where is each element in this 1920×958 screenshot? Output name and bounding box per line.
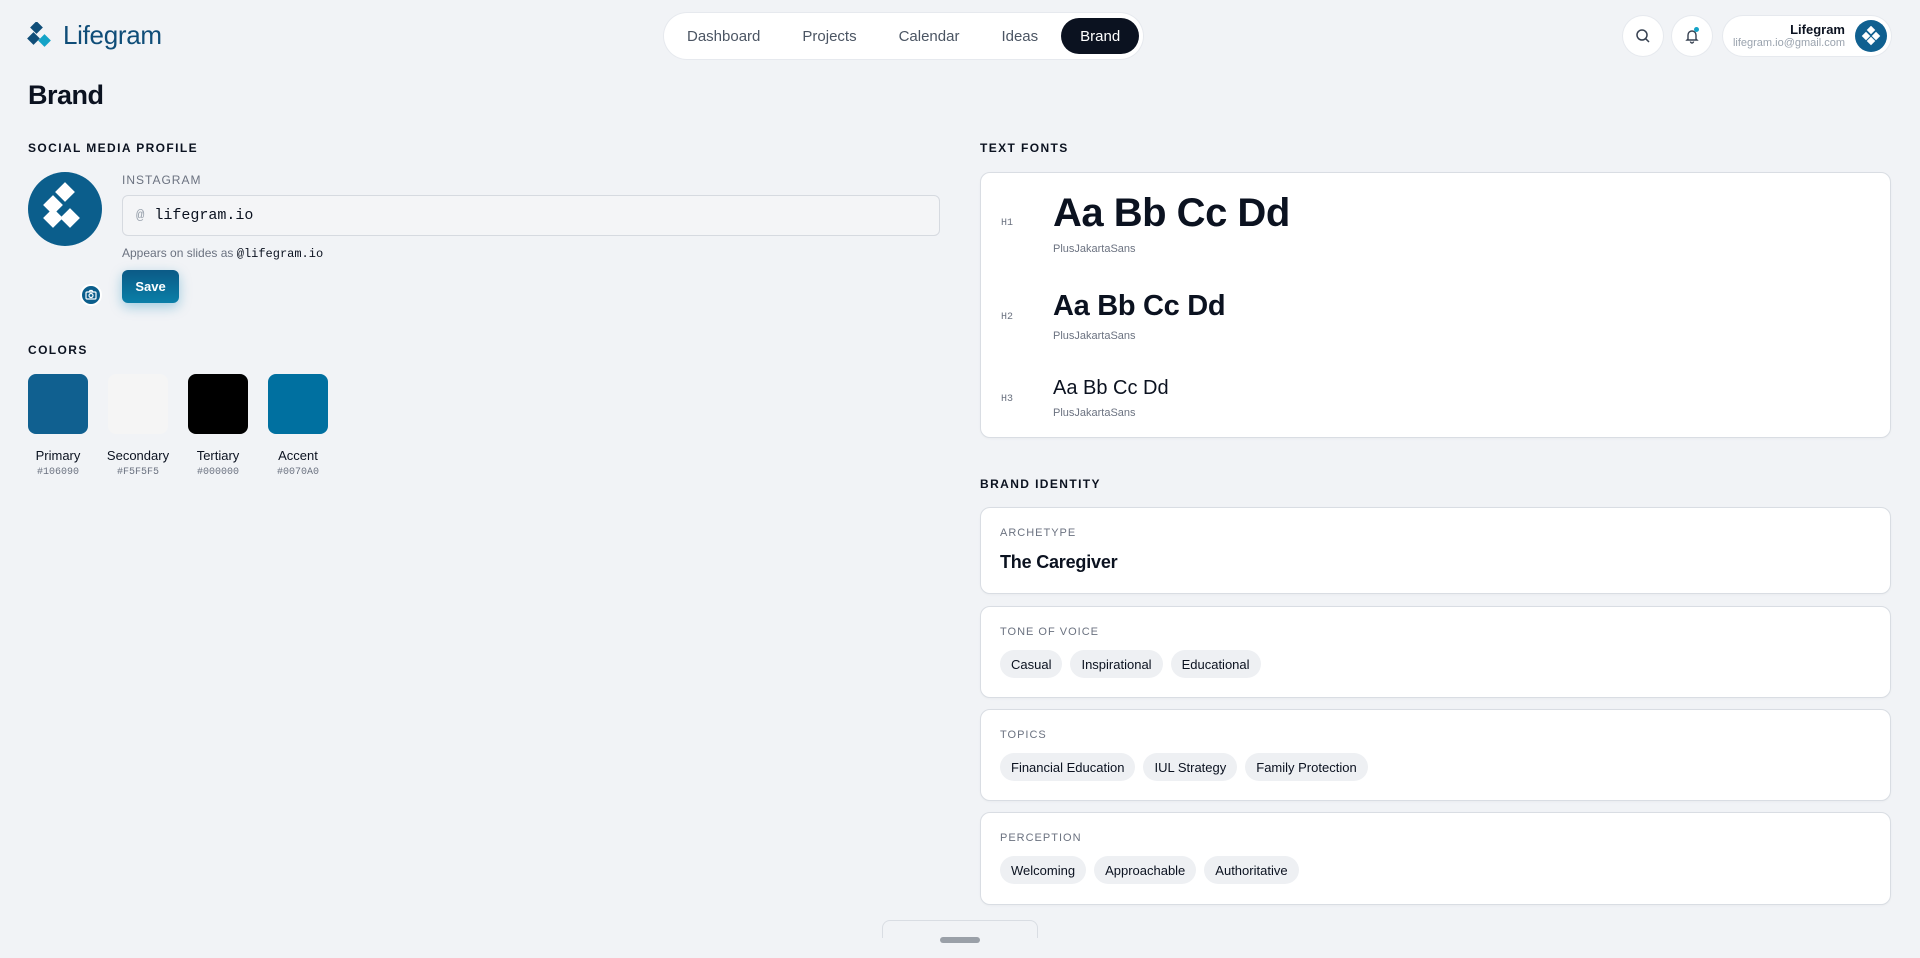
color-swatch-accent[interactable] [268, 374, 328, 434]
bottom-drawer-tab[interactable] [882, 920, 1038, 938]
topic-chip[interactable]: IUL Strategy [1143, 753, 1238, 781]
user-name: Lifegram [1790, 22, 1845, 37]
archetype-value: The Caregiver [1000, 552, 1118, 572]
color-name-primary: Primary [35, 448, 81, 463]
color-swatch-primary[interactable] [28, 374, 88, 434]
main-nav: Dashboard Projects Calendar Ideas Brand [664, 13, 1144, 59]
font-sample-h1: Aa Bb Cc Dd [1053, 191, 1290, 235]
search-button[interactable] [1623, 16, 1663, 56]
topics-card[interactable]: TOPICS Financial Education IUL Strategy … [980, 709, 1891, 801]
helper-prefix: Appears on slides as [122, 246, 234, 260]
tone-label: TONE OF VOICE [1000, 626, 1099, 638]
camera-icon [85, 289, 97, 300]
save-button[interactable]: Save [122, 270, 179, 303]
identity-section-label: BRAND IDENTITY [980, 477, 1101, 491]
color-name-tertiary: Tertiary [196, 448, 240, 463]
font-tag-h1: H1 [1001, 218, 1014, 229]
page-title: Brand [28, 80, 104, 110]
color-hex-tertiary: #000000 [196, 467, 239, 478]
archetype-card[interactable]: ARCHETYPE The Caregiver [980, 507, 1891, 594]
social-section-label: SOCIAL MEDIA PROFILE [28, 141, 199, 155]
nav-item-projects[interactable]: Projects [783, 18, 875, 54]
font-name-h3: PlusJakartaSans [1053, 407, 1136, 419]
logo-icon [27, 21, 51, 47]
nav-item-calendar[interactable]: Calendar [880, 18, 979, 54]
instagram-label: INSTAGRAM [122, 173, 202, 187]
color-hex-accent: #0070A0 [276, 467, 319, 478]
font-name-h1: PlusJakartaSans [1053, 243, 1136, 255]
topics-label: TOPICS [1000, 729, 1047, 741]
profile-avatar[interactable] [28, 172, 102, 246]
fonts-section-label: TEXT FONTS [980, 141, 1069, 155]
instagram-field[interactable]: @ [122, 195, 940, 236]
notifications-button[interactable] [1672, 16, 1712, 56]
font-tag-h2: H2 [1001, 312, 1014, 323]
color-swatch-secondary[interactable] [108, 374, 168, 434]
perception-label: PERCEPTION [1000, 832, 1082, 844]
helper-handle: @lifegram.io [236, 247, 324, 261]
topic-chip[interactable]: Financial Education [1000, 753, 1136, 781]
change-avatar-button[interactable] [80, 284, 102, 306]
notification-dot [1694, 27, 1699, 32]
colors-section-label: COLORS [28, 343, 88, 357]
search-icon [1636, 29, 1650, 43]
tone-card[interactable]: TONE OF VOICE Casual Inspirational Educa… [980, 606, 1891, 698]
font-sample-h3: Aa Bb Cc Dd [1053, 377, 1169, 399]
at-prefix: @ [136, 207, 145, 224]
perception-chip[interactable]: Authoritative [1204, 856, 1299, 884]
color-name-accent: Accent [278, 448, 318, 463]
tone-chip[interactable]: Casual [1000, 650, 1063, 678]
instagram-handle-input[interactable] [154, 207, 915, 224]
app-logo[interactable]: Lifegram [27, 20, 162, 51]
user-menu[interactable]: Lifegram lifegram.io@gmail.com [1723, 16, 1891, 56]
nav-item-ideas[interactable]: Ideas [982, 18, 1057, 54]
topic-chip[interactable]: Family Protection [1245, 753, 1368, 781]
avatar [1855, 20, 1887, 52]
avatar-logo-icon [1861, 26, 1881, 46]
tone-chip[interactable]: Educational [1170, 650, 1261, 678]
archetype-label: ARCHETYPE [1000, 527, 1077, 539]
drag-handle[interactable] [940, 937, 980, 943]
app-name: Lifegram [63, 20, 162, 50]
nav-item-dashboard[interactable]: Dashboard [668, 18, 779, 54]
color-name-secondary: Secondary [106, 448, 170, 463]
perception-chip[interactable]: Approachable [1094, 856, 1197, 884]
nav-item-brand[interactable]: Brand [1061, 18, 1140, 54]
user-email: lifegram.io@gmail.com [1732, 37, 1845, 49]
brand-logo-icon [43, 182, 80, 228]
color-hex-secondary: #F5F5F5 [116, 467, 159, 478]
font-tag-h3: H3 [1001, 394, 1014, 405]
color-hex-primary: #106090 [36, 467, 79, 478]
font-name-h2: PlusJakartaSans [1053, 330, 1136, 342]
font-sample-h2: Aa Bb Cc Dd [1053, 290, 1226, 322]
tone-chip[interactable]: Inspirational [1070, 650, 1163, 678]
color-swatch-tertiary[interactable] [188, 374, 248, 434]
perception-card[interactable]: PERCEPTION Welcoming Approachable Author… [980, 812, 1891, 905]
fonts-card: H1 Aa Bb Cc Dd PlusJakartaSans H2 Aa Bb … [980, 172, 1891, 438]
helper-text: Appears on slides as @lifegram.io [122, 246, 323, 261]
perception-chip[interactable]: Welcoming [1000, 856, 1087, 884]
